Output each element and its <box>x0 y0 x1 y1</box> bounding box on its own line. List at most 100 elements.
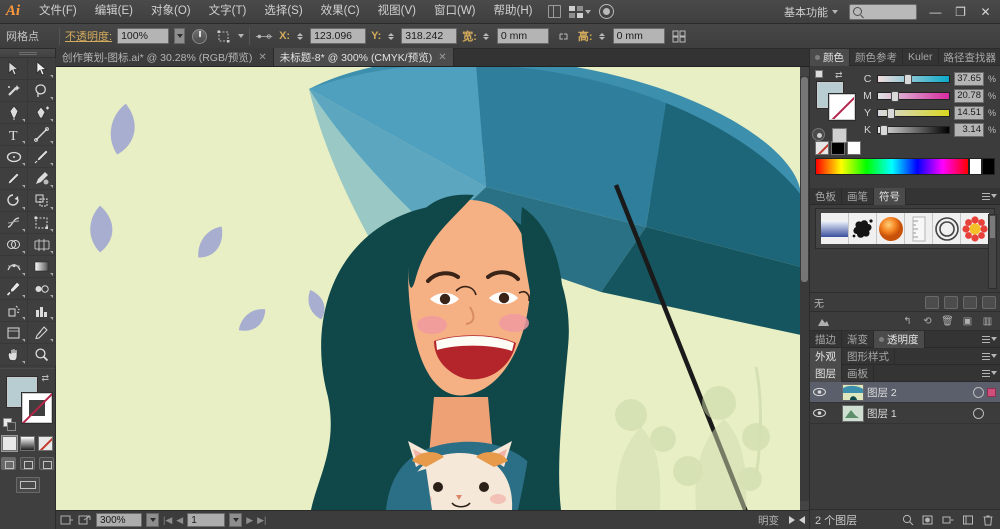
symbol-redefine-icon[interactable]: ↰ <box>900 314 915 328</box>
slider-c[interactable]: C 37.65 % <box>862 70 996 87</box>
zoom-tool[interactable] <box>28 344 56 366</box>
mesh-tool[interactable] <box>0 256 28 278</box>
eye-icon[interactable] <box>812 385 827 400</box>
symbols-scrollbar[interactable] <box>988 214 997 289</box>
add-anchor-point-tool[interactable] <box>28 102 56 124</box>
prev-artboard-button[interactable]: ◀ <box>176 515 183 526</box>
symbol-library-label[interactable]: 无 <box>814 295 824 310</box>
type-tool[interactable]: T <box>0 124 28 146</box>
menu-window[interactable]: 窗口(W) <box>425 2 485 21</box>
close-icon[interactable]: ✕ <box>438 52 446 63</box>
layer-target-icon[interactable] <box>973 386 984 398</box>
symbol-newlayer-icon[interactable]: ▣ <box>960 314 975 328</box>
h-value[interactable]: 0 mm <box>612 28 665 44</box>
opacity-dropdown-icon[interactable] <box>174 28 186 44</box>
status-next-icon[interactable] <box>789 516 795 524</box>
lasso-tool[interactable] <box>28 80 56 102</box>
menu-object[interactable]: 对象(O) <box>142 2 200 21</box>
tab-graphic-styles[interactable]: 图形样式 <box>842 347 895 365</box>
artboard-number-input[interactable]: 1 <box>187 513 226 527</box>
status-export-icon[interactable] <box>78 514 92 526</box>
slider-m-track[interactable] <box>877 90 950 102</box>
symbols-scroll-thumb[interactable] <box>990 216 995 238</box>
tab-transparency[interactable]: 透明度 <box>874 330 925 348</box>
tab-swatches[interactable]: 色板 <box>810 187 842 205</box>
transform-icon[interactable] <box>214 27 233 46</box>
color-mode-none[interactable] <box>38 436 53 451</box>
x-stepper[interactable] <box>295 28 304 44</box>
bridge-icon[interactable] <box>595 3 617 21</box>
slider-k-value[interactable]: 3.14 <box>954 122 984 137</box>
x-value[interactable]: 123.096 <box>310 28 367 44</box>
zoom-dropdown-icon[interactable] <box>146 513 159 527</box>
scroll-down-icon[interactable] <box>800 501 809 510</box>
workspace-switcher[interactable]: 基本功能 <box>777 2 845 22</box>
draw-inside-icon[interactable] <box>39 457 54 470</box>
symbol-duplicate-icon[interactable]: ▥ <box>980 314 995 328</box>
slider-k[interactable]: K 3.14 % <box>862 121 996 138</box>
h-stepper[interactable] <box>598 28 607 44</box>
magic-wand-tool[interactable] <box>0 80 28 102</box>
tab-color-guide[interactable]: 颜色参考 <box>850 48 903 66</box>
opacity-label[interactable]: 不透明度: <box>65 28 112 44</box>
status-prev-icon[interactable] <box>799 516 805 524</box>
layer-name-1[interactable]: 图层 1 <box>867 406 973 421</box>
slider-y-track[interactable] <box>877 107 950 119</box>
slider-k-track[interactable] <box>877 124 950 136</box>
opacity-knob-icon[interactable] <box>190 27 209 46</box>
symbol-delete-icon[interactable] <box>982 295 996 309</box>
panel-toggle-icon[interactable] <box>543 3 565 21</box>
eyedropper-tool[interactable] <box>0 278 28 300</box>
blend-tool[interactable] <box>28 278 56 300</box>
last-artboard-button[interactable]: ▶| <box>257 515 266 526</box>
swatch-white[interactable] <box>847 141 861 155</box>
pen-tool[interactable] <box>0 102 28 124</box>
menu-edit[interactable]: 编辑(E) <box>86 2 142 21</box>
layers-panel-menu-icon[interactable] <box>982 369 997 377</box>
default-fill-stroke-icon[interactable] <box>2 418 16 431</box>
arrange-documents-icon[interactable] <box>569 3 592 21</box>
shape-builder-tool[interactable] <box>0 234 28 256</box>
symbol-ring[interactable] <box>933 213 962 244</box>
symbol-options-icon[interactable] <box>944 295 958 309</box>
first-artboard-button[interactable]: |◀ <box>163 515 172 526</box>
symbol-new-icon[interactable] <box>963 295 977 309</box>
slider-c-knob[interactable] <box>903 73 912 85</box>
spectrum-white-end[interactable] <box>969 158 982 175</box>
color-mode-gradient[interactable] <box>20 436 35 451</box>
tab-appearance[interactable]: 外观 <box>810 347 842 365</box>
toolbar-drag-handle[interactable] <box>0 49 55 58</box>
selection-tool[interactable] <box>0 58 28 80</box>
zoom-level-input[interactable]: 300% <box>96 513 142 527</box>
width-tool[interactable] <box>0 212 28 234</box>
layer-target-icon[interactable] <box>973 407 984 419</box>
symbol-gradient-bar[interactable] <box>821 213 850 244</box>
minimize-button[interactable]: — <box>923 1 948 23</box>
symbols-panel-menu-icon[interactable] <box>982 192 997 200</box>
place-symbol-icon[interactable] <box>815 314 830 328</box>
align-icon[interactable] <box>670 27 689 46</box>
draw-behind-icon[interactable] <box>20 457 35 470</box>
stroke-swatch[interactable] <box>21 393 52 423</box>
ellipse-tool[interactable] <box>0 146 28 168</box>
gradient-tool[interactable] <box>28 256 56 278</box>
swap-colors-icon[interactable]: ⇄ <box>835 70 845 80</box>
tab-artboards[interactable]: 画板 <box>842 364 874 382</box>
document-tab-2[interactable]: 未标题-8* @ 300% (CMYK/预览) ✕ <box>273 48 454 66</box>
locate-object-icon[interactable] <box>901 513 915 526</box>
appearance-panel-menu-icon[interactable] <box>982 352 997 360</box>
menu-view[interactable]: 视图(V) <box>369 2 425 21</box>
swap-fill-stroke-icon[interactable]: ⇄ <box>42 373 53 383</box>
slider-m[interactable]: M 20.78 % <box>862 87 996 104</box>
w-stepper[interactable] <box>482 28 491 44</box>
symbol-sprayer-tool[interactable] <box>0 300 28 322</box>
document-tab-1[interactable]: 创作策划-图标.ai* @ 30.28% (RGB/预览) ✕ <box>56 48 274 66</box>
column-graph-tool[interactable] <box>28 300 56 322</box>
layer-name-2[interactable]: 图层 2 <box>867 385 973 400</box>
restore-button[interactable]: ❐ <box>948 1 973 23</box>
color-wheel-icon[interactable] <box>812 128 825 141</box>
tab-symbols[interactable]: 符号 <box>874 187 906 205</box>
line-segment-tool[interactable] <box>28 124 56 146</box>
create-sublayer-icon[interactable] <box>941 513 955 526</box>
tab-kuler[interactable]: Kuler <box>903 48 939 66</box>
